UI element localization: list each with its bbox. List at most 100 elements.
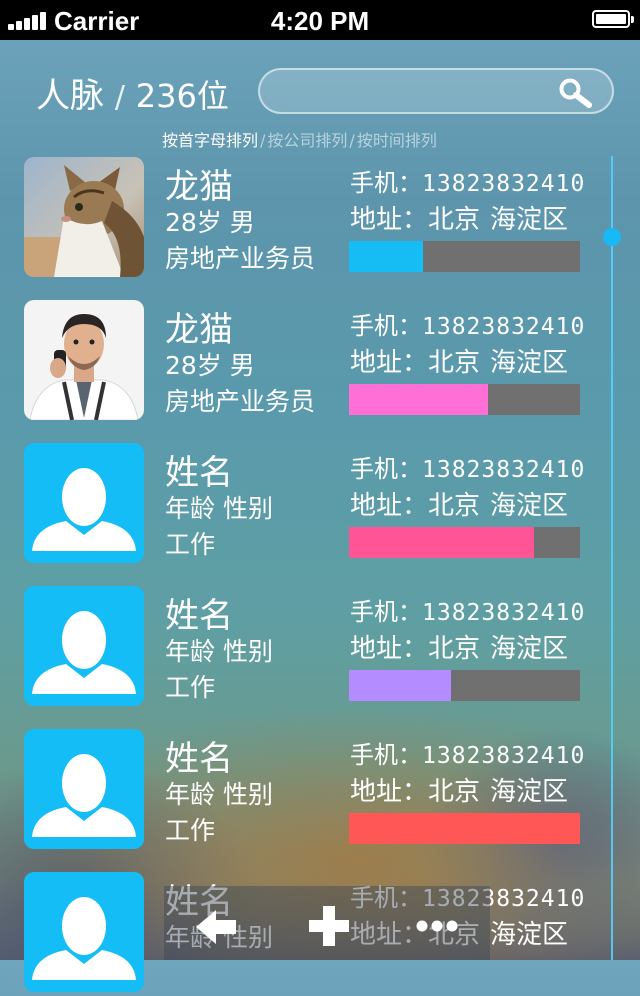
phone-label: 手机： [350,169,422,197]
contact-name: 姓名 [165,453,233,493]
contact-name: 龙猫 [165,167,233,207]
address-district: 海淀区 [490,348,569,378]
contact-phone: 手机：13823832410 [350,735,585,770]
more-dots-icon[interactable] [415,918,459,932]
sort-by-time[interactable]: 按时间排列 [357,131,437,150]
progress-bar [349,670,580,701]
plus-icon[interactable] [309,906,349,946]
progress-fill [349,241,423,272]
phone-label: 手机： [350,741,422,769]
contact-gender: 性别 [222,780,273,809]
contact-item[interactable]: 姓名 年龄 性别 工作 手机：13823832410 地址：北京 海淀区 [0,443,640,567]
contact-name: 龙猫 [165,310,233,350]
contact-age: 28岁 [165,208,222,237]
phone-number[interactable]: 13823832410 [422,457,585,483]
title-label: 人脉 [36,76,104,116]
default-user-icon [24,443,144,563]
contact-age-gender: 28岁 男 [165,203,255,239]
progress-fill [349,527,534,558]
contact-name: 姓名 [165,739,233,779]
address-district: 海淀区 [490,491,569,521]
contact-phone: 手机：13823832410 [350,592,585,627]
address-city: 北京 [428,348,481,378]
contact-address: 地址：北京 海淀区 [350,199,568,236]
contact-age-gender: 年龄 性别 [165,489,273,525]
progress-fill [349,670,451,701]
contact-age: 28岁 [165,351,222,380]
phone-number[interactable]: 13823832410 [422,171,585,197]
search-icon[interactable] [556,76,596,110]
sort-separator: / [349,131,355,150]
address-city: 北京 [428,777,481,807]
progress-bar [349,384,580,415]
phone-label: 手机： [350,312,422,340]
contact-age: 年龄 [165,780,216,809]
sort-by-company[interactable]: 按公司排列 [267,131,347,150]
address-city: 北京 [428,205,481,235]
sort-options: 按首字母排列 / 按公司排列 / 按时间排列 [162,127,437,151]
contact-gender: 男 [229,351,255,380]
contact-item[interactable]: 龙猫 28岁 男 房地产业务员 手机：13823832410 地址：北京 海淀区 [0,157,640,281]
address-district: 海淀区 [490,205,569,235]
address-district: 海淀区 [490,777,569,807]
default-user-icon [24,729,144,849]
contact-phone: 手机：13823832410 [350,306,585,341]
contact-age: 年龄 [165,494,216,523]
contact-address: 地址：北京 海淀区 [350,628,568,665]
status-bar: Carrier 4:20 PM [0,0,640,40]
contact-item[interactable]: 龙猫 28岁 男 房地产业务员 手机：13823832410 地址：北京 海淀区 [0,300,640,424]
progress-bar [349,241,580,272]
contact-job: 工作 [165,816,216,845]
contact-count: 236位 [135,77,229,115]
sort-by-initial[interactable]: 按首字母排列 [162,131,258,150]
phone-number[interactable]: 13823832410 [422,743,585,769]
search-input[interactable] [276,76,550,108]
contact-address: 地址：北京 海淀区 [350,771,568,808]
sort-separator: / [260,131,266,150]
contact-phone: 手机：13823832410 [350,449,585,484]
address-label: 地址： [350,634,429,664]
progress-bar [349,527,580,558]
contact-item[interactable]: 姓名 年龄 性别 工作 手机：13823832410 地址：北京 海淀区 [0,586,640,710]
contact-item[interactable]: 姓名 年龄 性别 工作 手机：13823832410 地址：北京 海淀区 [0,729,640,853]
status-time: 4:20 PM [270,6,370,36]
contact-age-gender: 28岁 男 [165,346,255,382]
address-district: 海淀区 [490,920,569,950]
contact-job: 工作 [165,530,216,559]
address-label: 地址： [350,205,429,235]
progress-bar [349,813,580,844]
phone-number[interactable]: 13823832410 [422,314,585,340]
cat-photo [24,157,144,277]
address-label: 地址： [350,777,429,807]
contact-age-gender: 年龄 性别 [165,632,273,668]
contact-job: 工作 [165,673,216,702]
phone-label: 手机： [350,598,422,626]
phone-number[interactable]: 13823832410 [422,600,585,626]
man-photo [24,300,144,420]
contact-age-gender: 年龄 性别 [165,775,273,811]
page-title: 人脉 / 236位 [36,68,229,117]
contact-age: 年龄 [165,637,216,666]
contact-phone: 手机：13823832410 [350,163,585,198]
default-user-icon [24,872,144,992]
contact-address: 地址：北京 海淀区 [350,485,568,522]
contact-gender: 性别 [222,637,273,666]
contact-job: 房地产业务员 [165,387,316,416]
contact-name: 姓名 [165,596,233,636]
contact-address: 地址：北京 海淀区 [350,342,568,379]
address-district: 海淀区 [490,634,569,664]
contact-gender: 男 [229,208,255,237]
address-city: 北京 [428,634,481,664]
address-city: 北京 [428,491,481,521]
contact-job: 房地产业务员 [165,244,316,273]
progress-fill [349,384,488,415]
title-separator: / [114,80,125,115]
address-label: 地址： [350,491,429,521]
phone-label: 手机： [350,455,422,483]
battery-icon [592,10,634,28]
progress-fill [349,813,580,844]
default-user-icon [24,586,144,706]
back-arrow-icon[interactable] [196,906,238,948]
address-label: 地址： [350,348,429,378]
contact-gender: 性别 [222,494,273,523]
